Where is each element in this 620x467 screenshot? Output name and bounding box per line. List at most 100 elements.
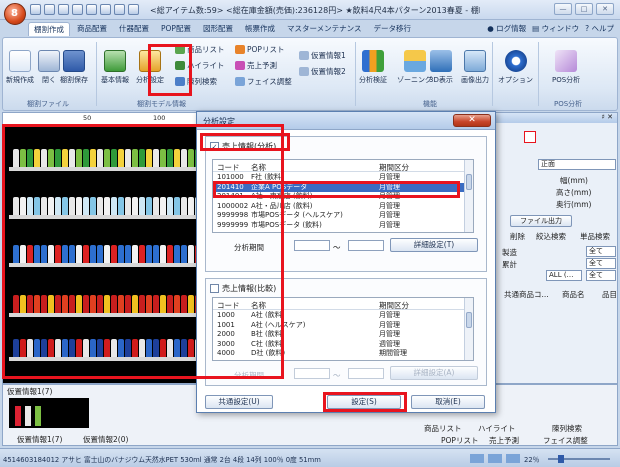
product-facing[interactable] <box>41 295 47 313</box>
product-facing[interactable] <box>69 339 75 357</box>
product-facing[interactable] <box>34 339 40 357</box>
product-facing[interactable] <box>34 197 40 215</box>
product-facing[interactable] <box>146 339 152 357</box>
tab-temp-info2[interactable]: 仮置情報2(0) <box>83 434 128 445</box>
product-facing[interactable] <box>153 149 159 167</box>
column-common-product[interactable]: 共通商品コ... <box>504 289 549 300</box>
analysis-verify-button[interactable]: 分析検証 <box>359 50 387 85</box>
product-facing[interactable] <box>188 339 194 357</box>
camera-icon[interactable] <box>86 4 97 15</box>
product-facing[interactable] <box>69 149 75 167</box>
sales-analysis-checkbox[interactable]: ✓ 売上情報(分析) <box>210 141 276 152</box>
product-facing[interactable] <box>48 149 54 167</box>
app-menu-button[interactable]: 8 <box>4 3 26 25</box>
product-facing[interactable] <box>90 295 96 313</box>
period-start-select[interactable] <box>294 240 330 251</box>
product-facing[interactable] <box>188 197 194 215</box>
product-facing[interactable] <box>167 245 173 263</box>
list-row[interactable]: 9999998 市場POSデータ (ヘルスケア) 月管理 <box>213 211 465 220</box>
product-facing[interactable] <box>118 339 124 357</box>
list-row[interactable]: 1000 A社 (飲料) 月管理 <box>213 311 465 320</box>
maker-filter-select[interactable]: 全て <box>586 246 616 257</box>
product-facing[interactable] <box>174 245 180 263</box>
product-facing[interactable] <box>111 197 117 215</box>
product-facing[interactable] <box>62 149 68 167</box>
product-facing[interactable] <box>118 295 124 313</box>
product-facing[interactable] <box>69 245 75 263</box>
product-facing[interactable] <box>160 149 166 167</box>
product-facing[interactable] <box>90 245 96 263</box>
sales-compare-list[interactable]: コード 名称 期間区分 1000 A社 (飲料) 月管理 1001 A社 (ヘルスケア)… <box>212 297 474 361</box>
grid-icon[interactable] <box>100 4 111 15</box>
product-facing[interactable] <box>167 149 173 167</box>
product-facing[interactable] <box>90 339 96 357</box>
column-code[interactable]: コード <box>217 162 240 173</box>
close-icon[interactable]: ✕ <box>453 114 491 127</box>
highlight-link[interactable]: ハイライト <box>478 423 515 434</box>
product-facing[interactable] <box>181 245 187 263</box>
sales-analysis-list[interactable]: コード 名称 期間区分 101000 F社 (飲料) 月管理 201410 企業A PO… <box>212 159 474 233</box>
save-icon[interactable] <box>58 4 69 15</box>
tab-shape-place[interactable]: 図形配置 <box>198 22 238 36</box>
basic-info-button[interactable]: 基本情報 <box>101 50 129 85</box>
product-facing[interactable] <box>20 295 26 313</box>
product-facing[interactable] <box>174 197 180 215</box>
product-facing[interactable] <box>104 245 110 263</box>
product-facing[interactable] <box>55 149 61 167</box>
maximize-button[interactable]: □ <box>575 3 593 15</box>
list-scrollbar[interactable] <box>464 160 473 232</box>
product-facing[interactable] <box>139 295 145 313</box>
product-facing[interactable] <box>48 245 54 263</box>
product-facing[interactable] <box>20 245 26 263</box>
list-row[interactable]: 101000 F社 (飲料) 月管理 <box>213 173 465 182</box>
product-facing[interactable] <box>104 197 110 215</box>
product-facing[interactable] <box>132 197 138 215</box>
tab-temp-info1[interactable]: 仮置情報1(7) <box>17 434 62 445</box>
product-facing[interactable] <box>62 295 68 313</box>
column-name[interactable]: 名称 <box>251 300 266 311</box>
zoning-button[interactable]: ゾーニング <box>397 50 432 85</box>
cumulative-filter-select[interactable]: 全て <box>586 258 616 269</box>
product-facing[interactable] <box>76 295 82 313</box>
view3d-button[interactable]: 3D表示 <box>429 50 453 85</box>
image-output-button[interactable]: 画像出力 <box>461 50 489 85</box>
product-facing[interactable] <box>83 197 89 215</box>
product-facing[interactable] <box>62 245 68 263</box>
layout-search-button[interactable]: 陳列検索 <box>175 76 217 87</box>
ok-button[interactable]: 設定(S) <box>327 395 401 409</box>
list-row[interactable]: 201410 企業A POSデータ 月管理 <box>213 182 465 192</box>
tab-master[interactable]: マスターメンテナンス <box>282 22 367 36</box>
product-facing[interactable] <box>27 149 33 167</box>
product-facing[interactable] <box>83 245 89 263</box>
product-facing[interactable] <box>181 295 187 313</box>
zoom-slider-thumb[interactable] <box>558 455 564 463</box>
list-row[interactable]: 9999999 市場POSデータ (飲料) 月管理 <box>213 221 465 230</box>
tab-shelf-create[interactable]: 棚割作成 <box>28 22 70 36</box>
detail-settings-button[interactable]: 詳細設定(T) <box>390 238 478 252</box>
product-facing[interactable] <box>139 149 145 167</box>
product-facing[interactable] <box>83 149 89 167</box>
product-facing[interactable] <box>55 339 61 357</box>
pin-icon[interactable]: ♯ ✕ <box>602 113 613 121</box>
tab-data-migrate[interactable]: データ移行 <box>369 22 417 36</box>
pop-list-button[interactable]: POPリスト <box>235 44 284 55</box>
product-facing[interactable] <box>27 197 33 215</box>
product-facing[interactable] <box>55 295 61 313</box>
product-facing[interactable] <box>139 197 145 215</box>
product-facing[interactable] <box>41 149 47 167</box>
close-button[interactable]: 閉く <box>38 50 60 85</box>
highlight-button[interactable]: ハイライト <box>175 60 224 71</box>
sales-forecast-button[interactable]: 売上予測 <box>235 60 277 71</box>
tab-pop-place[interactable]: POP配置 <box>156 22 196 36</box>
product-facing[interactable] <box>69 295 75 313</box>
column-period[interactable]: 期間区分 <box>379 162 409 173</box>
product-facing[interactable] <box>160 339 166 357</box>
product-facing[interactable] <box>153 245 159 263</box>
list-row[interactable]: 1001 A社 (ヘルスケア) 月管理 <box>213 321 465 330</box>
tab-report[interactable]: 帳票作成 <box>240 22 280 36</box>
product-facing[interactable] <box>139 339 145 357</box>
new-button[interactable]: 新規作成 <box>6 50 34 85</box>
product-facing[interactable] <box>104 339 110 357</box>
column-product-name[interactable]: 商品名 <box>562 289 585 300</box>
product-facing[interactable] <box>125 295 131 313</box>
